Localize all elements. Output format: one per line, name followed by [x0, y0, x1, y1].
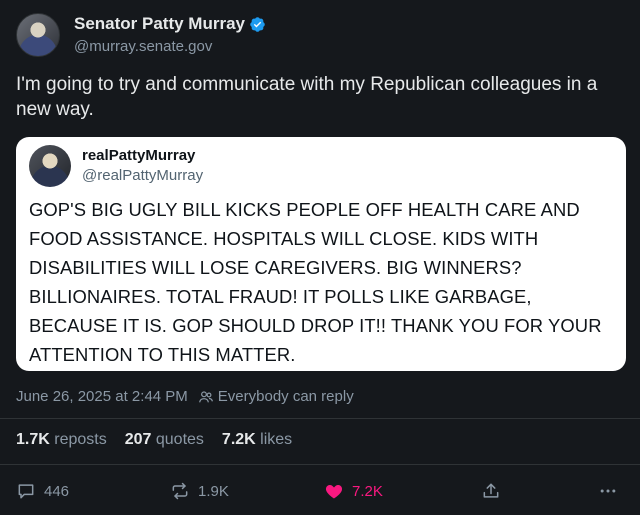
people-icon [198, 390, 213, 402]
more-options-button[interactable] [598, 474, 626, 508]
share-button[interactable] [481, 474, 509, 508]
reply-count: 446 [44, 482, 70, 500]
author-name[interactable]: Senator Patty Murray [74, 13, 245, 35]
repost-count: 1.9K [198, 482, 229, 500]
action-bar: 446 1.9K 7.2K [0, 474, 640, 508]
divider [0, 418, 640, 419]
reposts-label: reposts [54, 431, 107, 448]
quoted-author-handle: @realPattyMurray [82, 167, 204, 184]
more-icon [600, 489, 616, 493]
quoted-post-text: GOP'S BIG UGLY BILL KICKS PEOPLE OFF HEA… [29, 199, 602, 365]
likes-stat[interactable]: 7.2K likes [222, 431, 292, 449]
like-count: 7.2K [352, 482, 383, 500]
repost-icon [172, 482, 188, 500]
divider [0, 464, 640, 465]
verified-badge-icon [250, 16, 265, 32]
quotes-count: 207 [124, 431, 152, 448]
quoted-post[interactable]: realPattyMurray @realPattyMurray GOP'S B… [16, 137, 626, 371]
name-row: Senator Patty Murray [74, 13, 266, 35]
post-text: I'm going to try and communicate with my… [16, 74, 598, 120]
post-meta: June 26, 2025 at 2:44 PM Everybody can r… [16, 388, 354, 405]
reply-setting: Everybody can reply [198, 388, 354, 405]
reposts-stat[interactable]: 1.7K reposts [16, 431, 107, 449]
likes-label: likes [260, 431, 293, 448]
quoted-author-name: realPattyMurray [82, 147, 196, 164]
quoted-avatar [29, 145, 71, 187]
quotes-stat[interactable]: 207 quotes [125, 431, 204, 449]
repost-button[interactable]: 1.9K [170, 474, 229, 508]
quotes-label: quotes [155, 431, 204, 448]
post-stats: 1.7K reposts 207 quotes 7.2K likes [16, 431, 310, 449]
post-header: Senator Patty Murray @murray.senate.gov [16, 13, 266, 57]
reply-setting-label: Everybody can reply [217, 388, 354, 405]
share-icon [483, 483, 499, 498]
avatar[interactable] [16, 13, 60, 57]
author-handle[interactable]: @murray.senate.gov [74, 37, 266, 57]
reply-button[interactable]: 446 [16, 474, 69, 508]
author-block: Senator Patty Murray @murray.senate.gov [74, 13, 266, 57]
heart-icon [325, 485, 343, 499]
post-timestamp[interactable]: June 26, 2025 at 2:44 PM [16, 388, 188, 405]
like-button[interactable]: 7.2K [324, 474, 383, 508]
reply-icon [18, 484, 34, 499]
likes-count: 7.2K [221, 431, 256, 448]
reposts-count: 1.7K [16, 431, 50, 448]
